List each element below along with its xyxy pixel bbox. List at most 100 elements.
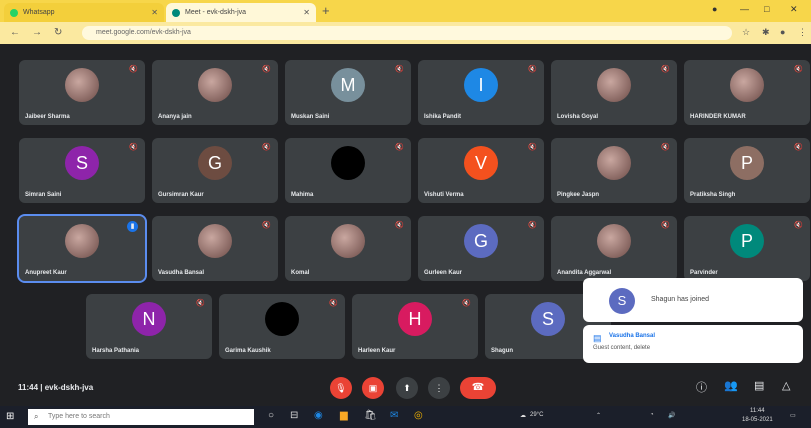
present-button[interactable]: ⬆ — [396, 377, 418, 399]
search-icon: ⌕ — [34, 412, 39, 421]
wifi-icon[interactable]: ◔ — [650, 412, 654, 418]
participant-name: Anandita Aggarwal — [557, 270, 612, 276]
avatar: S — [65, 146, 99, 180]
avatar: N — [132, 302, 166, 336]
notification-subtitle: Guest content, delete — [593, 345, 651, 351]
participant-tile[interactable]: P Pratiksha Singh 🔇 — [684, 138, 810, 203]
browser-tab-bar: Whatsapp ✕ Meet - evk-dskh-jva ✕ + ● — □… — [0, 0, 811, 22]
avatar — [597, 224, 631, 258]
mic-muted-icon: 🔇 — [196, 300, 205, 307]
weather-label: 29°C — [530, 412, 544, 418]
maximize-button[interactable]: □ — [764, 4, 769, 14]
participant-name: Garima Kaushik — [225, 348, 271, 354]
url-field[interactable]: meet.google.com/evk-dskh-jva — [82, 26, 732, 40]
avatar[interactable]: ● — [780, 27, 785, 37]
back-icon[interactable]: ← — [10, 27, 20, 38]
info-icon[interactable]: ⓘ — [696, 379, 707, 395]
tab-label: Meet - evk-dskh-jva — [185, 9, 247, 16]
clock-date: 18-05-2021 — [742, 417, 773, 423]
participant-tile[interactable]: Pingkee Jaspn 🔇 — [551, 138, 677, 203]
participant-tile[interactable]: G Gursimran Kaur 🔇 — [152, 138, 278, 203]
weather-icon[interactable]: ☁ — [520, 412, 526, 419]
activities-icon[interactable]: △ — [782, 379, 790, 392]
notification-icon[interactable]: ▭ — [790, 412, 796, 419]
mic-muted-icon: 🔇 — [794, 222, 803, 229]
meeting-control-bar: 11:44 | evk-dskh-jva 🎙 ▣ ⬆ ⋮ ☎ ⓘ 👥 ▤ △ — [0, 370, 811, 406]
participant-tile[interactable]: Vasudha Bansal 🔇 — [152, 216, 278, 281]
avatar: V — [464, 146, 498, 180]
avatar: G — [198, 146, 232, 180]
profile-icon[interactable]: ● — [712, 4, 717, 14]
participant-tile[interactable]: Anandita Aggarwal 🔇 — [551, 216, 677, 281]
new-tab-button[interactable]: + — [322, 3, 330, 18]
task-view-icon[interactable]: ○ — [268, 410, 274, 421]
participant-name: Anupreet Kaur — [25, 270, 67, 276]
store-icon[interactable]: 🛍 — [364, 410, 377, 421]
participant-tile[interactable]: N Harsha Pathania 🔇 — [86, 294, 212, 359]
star-icon[interactable]: ☆ — [742, 27, 750, 38]
chrome-icon[interactable]: ◎ — [414, 410, 423, 421]
avatar — [198, 224, 232, 258]
avatar — [597, 146, 631, 180]
participant-name: Ananya jain — [158, 114, 192, 120]
participant-name: Vishuti Verma — [424, 192, 464, 198]
people-icon[interactable]: 👥 — [724, 379, 738, 392]
participant-tile[interactable]: S Simran Saini 🔇 — [19, 138, 145, 203]
participant-tile[interactable]: H Harleen Kaur 🔇 — [352, 294, 478, 359]
participant-tile[interactable]: Garima Kaushik 🔇 — [219, 294, 345, 359]
widgets-icon[interactable]: ⊟ — [290, 410, 298, 421]
url-text: meet.google.com/evk-dskh-jva — [96, 29, 191, 36]
windows-start-icon[interactable]: ⊞ — [6, 411, 18, 423]
address-bar: ← → ↻ meet.google.com/evk-dskh-jva ☆ ✱ ●… — [0, 22, 811, 44]
camera-toggle-button[interactable]: ▣ — [362, 377, 384, 399]
participant-tile[interactable]: Ananya jain 🔇 — [152, 60, 278, 125]
participant-tile[interactable]: Lovisha Goyal 🔇 — [551, 60, 677, 125]
menu-icon[interactable]: ⋮ — [798, 27, 807, 38]
participant-tile[interactable]: Komal 🔇 — [285, 216, 411, 281]
tray-up-icon[interactable]: ⌃ — [596, 412, 601, 419]
search-input[interactable]: ⌕ Type here to search — [28, 409, 254, 425]
participant-tile[interactable]: Anupreet Kaur ▮ — [17, 214, 147, 283]
mic-muted-icon: 🔇 — [262, 66, 271, 73]
reload-icon[interactable]: ↻ — [54, 27, 62, 38]
mic-muted-icon: 🔇 — [528, 66, 537, 73]
avatar: P — [730, 146, 764, 180]
mic-toggle-button[interactable]: 🎙 — [330, 377, 352, 399]
avatar: H — [398, 302, 432, 336]
whatsapp-icon — [10, 8, 18, 17]
participant-name: Jaibeer Sharma — [25, 114, 70, 120]
more-options-button[interactable]: ⋮ — [428, 377, 450, 399]
file-explorer-icon[interactable]: ▆ — [340, 410, 348, 421]
mic-muted-icon: 🔇 — [262, 144, 271, 151]
volume-icon[interactable]: 🔊 — [668, 412, 675, 419]
mail-icon[interactable]: ✉ — [390, 410, 398, 421]
avatar — [265, 302, 299, 336]
participant-tile[interactable]: HARINDER KUMAR 🔇 — [684, 60, 810, 125]
participant-tile[interactable]: I Ishika Pandit 🔇 — [418, 60, 544, 125]
guest-notification[interactable]: ▤ Vasudha Bansal Guest content, delete — [583, 325, 803, 363]
forward-icon[interactable]: → — [32, 27, 42, 38]
leave-call-button[interactable]: ☎ — [460, 377, 496, 399]
participant-tile[interactable]: Mahima 🔇 — [285, 138, 411, 203]
close-icon[interactable]: ✕ — [151, 8, 158, 17]
participant-name: Gursimran Kaur — [158, 192, 204, 198]
tab-meet[interactable]: Meet - evk-dskh-jva ✕ — [166, 3, 316, 22]
edge-icon[interactable]: ◉ — [314, 410, 323, 421]
close-window-button[interactable]: ✕ — [790, 4, 798, 15]
close-icon[interactable]: ✕ — [303, 8, 310, 17]
minimize-button[interactable]: — — [740, 4, 749, 14]
chat-icon[interactable]: ▤ — [754, 379, 764, 392]
participant-tile[interactable]: M Muskan Saini 🔇 — [285, 60, 411, 125]
participant-name: Ishika Pandit — [424, 114, 462, 120]
participant-tile[interactable]: P Parvinder 🔇 — [684, 216, 810, 281]
tab-whatsapp[interactable]: Whatsapp ✕ — [4, 3, 164, 22]
participant-tile[interactable]: Jaibeer Sharma 🔇 — [19, 60, 145, 125]
participant-tile[interactable]: G Gurleen Kaur 🔇 — [418, 216, 544, 281]
participant-tile[interactable]: V Vishuti Verma 🔇 — [418, 138, 544, 203]
participant-name: Komal — [291, 270, 310, 276]
extensions-icon[interactable]: ✱ — [762, 27, 770, 38]
meeting-code: evk-dskh-jva — [44, 383, 94, 392]
mic-muted-icon: 🔇 — [395, 222, 404, 229]
notification-title: Vasudha Bansal — [609, 333, 656, 339]
avatar — [331, 146, 365, 180]
